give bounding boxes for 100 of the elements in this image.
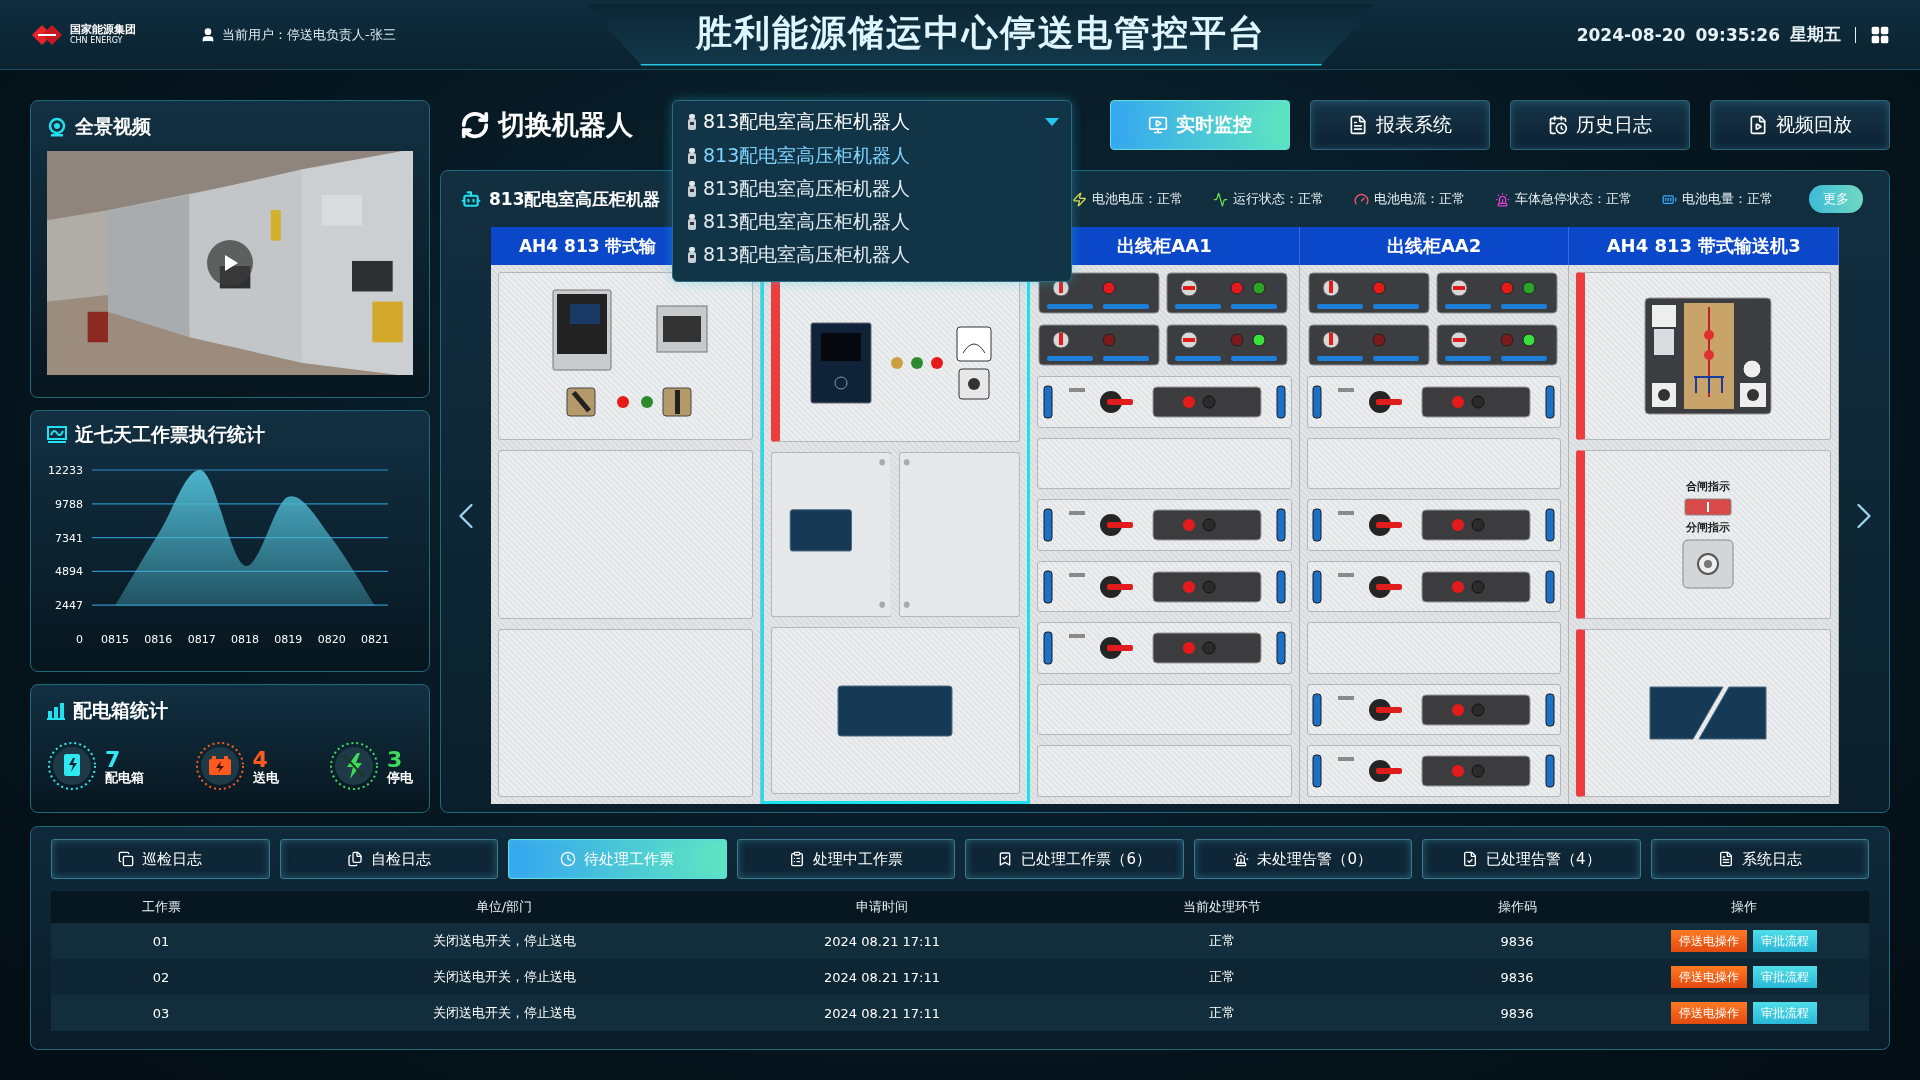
panel-title: 全景视频 [75, 114, 151, 139]
stat-label: 停电 [387, 770, 413, 785]
axis-tick-label: 0816 [144, 633, 173, 646]
indicator-lamp-drawing [1683, 498, 1732, 517]
date: 2024-08-20 [1576, 24, 1686, 45]
video-file-icon [1748, 115, 1768, 135]
camera-icon [47, 117, 67, 137]
axis-tick-label: 0818 [231, 633, 259, 646]
power-stat-icon [194, 741, 245, 791]
current-user: 当前用户：停送电负责人-张三 [222, 25, 396, 44]
column-header: 单位/部门 [474, 898, 534, 916]
table-cell-text: 关闭送电开关，停止送电 [431, 932, 577, 950]
nav-button[interactable]: 视频回放 [1710, 100, 1890, 150]
column-header: 当前处理环节 [1182, 898, 1262, 916]
time: 09:35:26 [1695, 24, 1780, 45]
tab[interactable]: 已处理告警（4） [1422, 839, 1641, 879]
axis-tick-label: 0 [76, 633, 83, 646]
dropdown-option[interactable]: 813配电室高压柜机器人 [673, 139, 1071, 172]
status-item: 车体急停状态：正常 [1495, 190, 1632, 208]
cabinet-header: AH4 813 带式输送机3 [1569, 227, 1840, 265]
table-cell-text: 正常 [1208, 968, 1236, 986]
status-item: 电池电压：正常 [1072, 190, 1183, 208]
table-cell-text: 2024 08.21 17:11 [823, 1005, 941, 1021]
robot-icon [687, 212, 697, 231]
files-icon [346, 851, 363, 867]
column-header: 申请时间 [855, 898, 909, 916]
tab[interactable]: 未处理告警（0） [1193, 839, 1412, 879]
off-stat-icon [329, 741, 379, 791]
column-header: 工作票 [140, 898, 182, 916]
tab[interactable]: 已处理工作票（6） [965, 839, 1184, 879]
axis-tick-label: 9788 [55, 497, 83, 511]
bar-chart-icon [47, 702, 65, 720]
gauge-icon [1354, 191, 1369, 207]
axis-tick-label: 12233 [48, 464, 83, 477]
user-icon [200, 26, 216, 43]
axis-tick-label: 7341 [55, 531, 83, 545]
robot-icon [461, 189, 481, 209]
section-title: 切换机器人 [498, 108, 633, 142]
dropdown-option[interactable]: 813配电室高压柜机器人 [673, 172, 1071, 205]
axis-tick-label: 0821 [361, 633, 389, 646]
table-cell-text: 2024 08.21 17:11 [823, 933, 941, 949]
table-cell-text: 02 [151, 969, 171, 985]
status-item: 运行状态：正常 [1213, 190, 1324, 208]
line-chart-icon [1213, 191, 1228, 207]
status-item: 电池电量：正常 [1662, 190, 1773, 208]
stat-label: 配电箱 [105, 770, 144, 785]
table-cell-text: 正常 [1208, 932, 1236, 950]
table-cell-text: 9836 [1499, 1005, 1535, 1021]
indicator-label: 合闸指示 [1685, 479, 1730, 495]
stat-count: 7 [105, 747, 121, 771]
key-switch-icon [1681, 539, 1734, 590]
axis-tick-label: 0820 [317, 633, 346, 646]
panel-title: 配电箱统计 [73, 698, 168, 723]
tab[interactable]: 自检日志 [279, 839, 498, 879]
column-header: 操作码 [1496, 898, 1538, 916]
axis-tick-label: 4894 [55, 565, 83, 579]
tab[interactable]: 系统日志 [1650, 839, 1869, 879]
table-cell-text: 9836 [1499, 933, 1535, 949]
logo-text: 国家能源集团 [70, 24, 136, 35]
grid-menu-icon[interactable] [1870, 24, 1890, 45]
status-item: 电池电流：正常 [1354, 190, 1465, 208]
stat-count: 4 [252, 747, 268, 771]
robot-icon [687, 179, 697, 198]
line-chart-icon [47, 426, 67, 444]
monitor-icon [1148, 115, 1168, 135]
nav-button[interactable]: 报表系统 [1310, 100, 1490, 150]
dropdown-value: 813配电室高压柜机器人 [703, 109, 911, 134]
stat-label: 送电 [252, 770, 279, 785]
document-icon [1348, 115, 1368, 135]
table-cell-text: 03 [151, 1005, 171, 1021]
tab[interactable]: 巡检日志 [51, 839, 270, 879]
table-cell-text: 关闭送电开关，停止送电 [431, 968, 577, 986]
box-stat-icon [47, 741, 97, 791]
table-cell-text: 关闭送电开关，停止送电 [431, 1004, 577, 1022]
nav-button[interactable]: 历史日志 [1510, 100, 1690, 150]
clock-icon [560, 851, 577, 867]
axis-tick-label: 0815 [101, 633, 129, 646]
table-cell-text: 01 [151, 933, 171, 949]
robot-icon [687, 146, 697, 165]
document-icon [1717, 851, 1734, 867]
robot-dropdown[interactable]: 813配电室高压柜机器人 813配电室高压柜机器人 813配电室高压柜机器人 813配电室高压柜机器人 813配电室高压柜机器人 [672, 100, 1072, 282]
robot-icon [687, 113, 697, 131]
table-cell-text: 9836 [1499, 969, 1535, 985]
robot-name: 813配电室高压柜机器 [489, 187, 661, 211]
robot-icon [687, 245, 697, 264]
axis-tick-label: 2447 [55, 599, 83, 613]
clipboard-icon [788, 851, 805, 867]
calendar-icon [1548, 115, 1568, 135]
indicator-label: 分闸指示 [1685, 520, 1730, 536]
page-title: 胜利能源储运中心停送电管控平台 [586, 3, 1377, 66]
axis-tick-label: 0819 [274, 633, 303, 646]
panel-title: 近七天工作票执行统计 [75, 422, 265, 447]
siren-icon [1495, 191, 1510, 207]
cabinet-column[interactable]: 合闸指示 分闸指示 [1569, 265, 1840, 804]
tab[interactable]: 处理中工作票 [736, 839, 955, 879]
stat-count: 3 [387, 747, 403, 771]
siren-icon [1233, 851, 1250, 867]
switch-icon [460, 110, 490, 140]
axis-tick-label: 0817 [187, 633, 216, 646]
logo-icon [30, 22, 64, 47]
